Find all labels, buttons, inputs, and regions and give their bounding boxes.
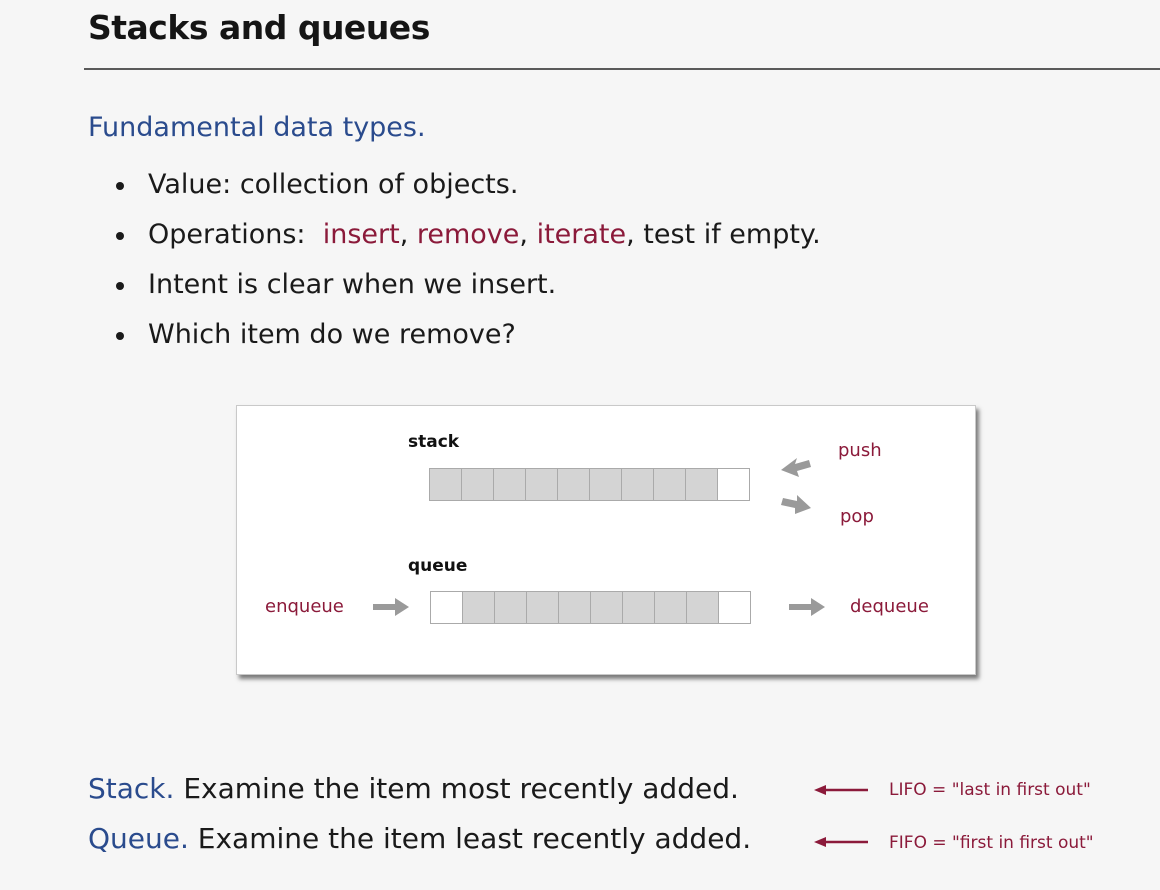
queue-definition: Queue. Examine the item least recently a…	[88, 822, 751, 855]
title-divider	[84, 68, 1160, 70]
bullet-dot	[116, 182, 124, 190]
bullet-intent: Intent is clear when we insert.	[112, 260, 821, 310]
stack-cells	[429, 468, 750, 501]
queue-cell	[462, 591, 495, 624]
queue-cells	[430, 591, 751, 624]
bullet-dot	[116, 282, 124, 290]
queue-cell	[430, 591, 463, 624]
push-arrow-icon	[781, 458, 811, 477]
enqueue-label: enqueue	[265, 596, 344, 617]
queue-cell	[654, 591, 687, 624]
stack-cell	[493, 468, 526, 501]
bullet-dot	[116, 232, 124, 240]
bullet-list: Value: collection of objects. Operations…	[112, 160, 821, 360]
bullet-value: Value: collection of objects.	[112, 160, 821, 210]
stack-cell	[685, 468, 718, 501]
section-heading: Fundamental data types.	[88, 112, 426, 143]
slide: Stacks and queues Fundamental data types…	[0, 0, 1160, 890]
pop-arrow-icon	[781, 495, 811, 514]
queue-cell	[718, 591, 751, 624]
operations-suffix: , test if empty.	[626, 219, 821, 250]
queue-label: queue	[408, 556, 468, 576]
bullet-text: Intent is clear when we insert.	[148, 269, 557, 300]
stack-queue-diagram: stack push pop queue enqueue dequeue	[236, 405, 976, 675]
stack-cell	[621, 468, 654, 501]
dequeue-label: dequeue	[850, 596, 929, 617]
stack-cell	[525, 468, 558, 501]
bullet-dot	[116, 332, 124, 340]
stack-cell	[429, 468, 462, 501]
queue-definition-text: Examine the item least recently added.	[188, 822, 752, 855]
bullet-text: Which item do we remove?	[148, 319, 516, 350]
op-iterate: iterate	[536, 219, 627, 250]
op-separator: ,	[399, 219, 417, 250]
bullet-operations: Operations: insert, remove, iterate, tes…	[112, 210, 821, 260]
stack-keyword: Stack.	[88, 772, 175, 805]
op-remove: remove	[416, 219, 520, 250]
queue-cell	[590, 591, 623, 624]
enqueue-arrow-icon	[373, 598, 409, 616]
operations-prefix: Operations:	[148, 219, 323, 250]
stack-cell	[717, 468, 750, 501]
pop-label: pop	[840, 506, 874, 527]
op-separator: ,	[519, 219, 537, 250]
fifo-note: FIFO = "first in first out"	[889, 833, 1094, 853]
bullet-which-item: Which item do we remove?	[112, 310, 821, 360]
lifo-note: LIFO = "last in first out"	[889, 780, 1091, 800]
stack-definition-text: Examine the item most recently added.	[174, 772, 739, 805]
left-arrow-icon	[814, 837, 868, 847]
stack-definition: Stack. Examine the item most recently ad…	[88, 772, 739, 805]
stack-label: stack	[408, 432, 460, 452]
stack-cell	[653, 468, 686, 501]
stack-cell	[589, 468, 622, 501]
queue-cell	[686, 591, 719, 624]
queue-cell	[622, 591, 655, 624]
op-insert: insert	[322, 219, 400, 250]
stack-cell	[461, 468, 494, 501]
queue-cell	[526, 591, 559, 624]
stack-cell	[557, 468, 590, 501]
bullet-text: Value: collection of objects.	[148, 169, 519, 200]
queue-cell	[558, 591, 591, 624]
queue-cell	[494, 591, 527, 624]
left-arrow-icon	[814, 785, 868, 795]
slide-title: Stacks and queues	[88, 8, 430, 47]
push-label: push	[838, 440, 882, 461]
dequeue-arrow-icon	[789, 598, 825, 616]
queue-keyword: Queue.	[88, 822, 189, 855]
